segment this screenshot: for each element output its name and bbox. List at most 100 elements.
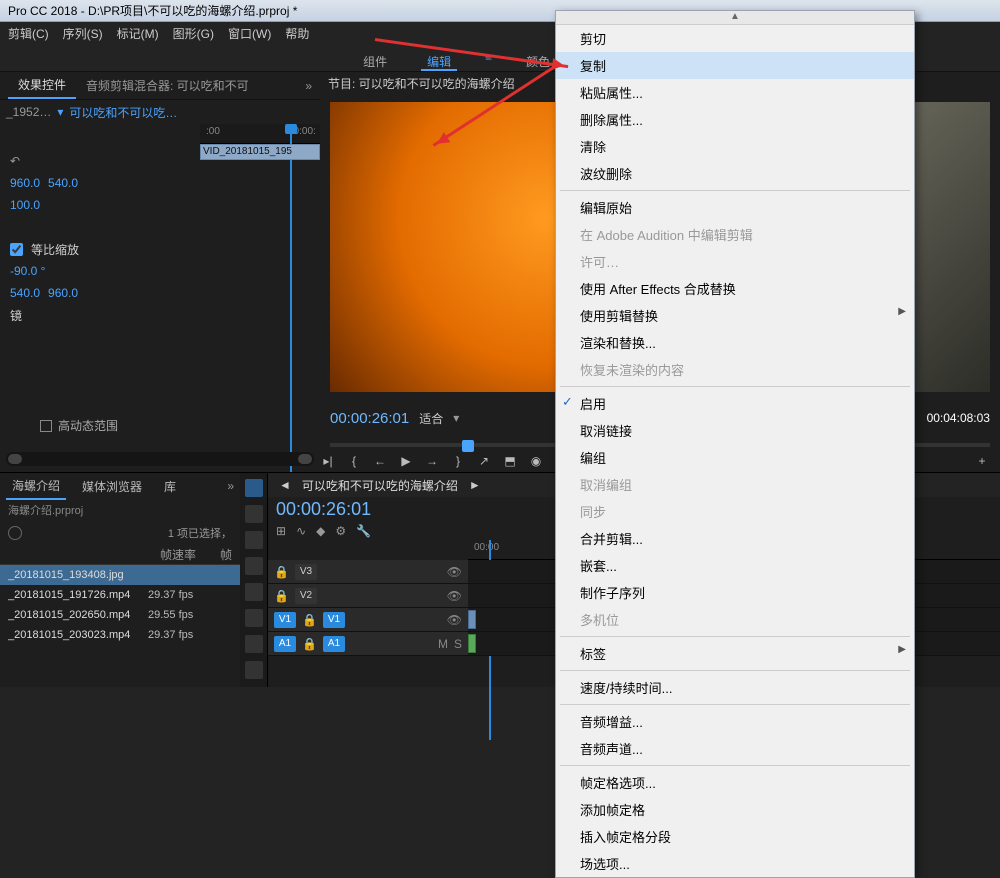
- hdr-toggle[interactable]: 高动态范围: [40, 417, 118, 434]
- menu-item[interactable]: 嵌套...: [556, 552, 914, 579]
- list-item[interactable]: _20181015_193408.jpg: [0, 565, 240, 585]
- menu-scroll-up-icon[interactable]: ▲: [556, 11, 914, 25]
- menu-item[interactable]: 粘贴属性...: [556, 79, 914, 106]
- rotation[interactable]: -90.0 °: [10, 264, 45, 278]
- menu-sequence[interactable]: 序列(S): [63, 25, 103, 41]
- eye-icon[interactable]: 👁: [447, 613, 462, 627]
- settings-icon[interactable]: ⚙: [335, 524, 346, 538]
- type-tool-icon[interactable]: [245, 661, 263, 679]
- track-label[interactable]: V2: [295, 588, 317, 604]
- mute-icon[interactable]: M: [438, 637, 448, 651]
- anchor-x[interactable]: 540.0: [10, 286, 40, 300]
- tab-media-browser[interactable]: 媒体浏览器: [76, 474, 148, 499]
- eye-icon[interactable]: 👁: [447, 589, 462, 603]
- extract-icon[interactable]: ⬒: [502, 454, 518, 468]
- menu-item[interactable]: 插入帧定格分段: [556, 823, 914, 850]
- context-menu[interactable]: ▲ 剪切复制粘贴属性...删除属性...清除波纹删除编辑原始在 Adobe Au…: [555, 10, 915, 878]
- ec-clip-bar[interactable]: VID_20181015_195: [200, 144, 320, 160]
- ripple-tool-icon[interactable]: [245, 531, 263, 549]
- track-head[interactable]: 🔒 V2 👁: [268, 584, 468, 607]
- menu-item[interactable]: 制作子序列: [556, 579, 914, 606]
- marker-icon[interactable]: ◆: [316, 524, 325, 538]
- menu-graphics[interactable]: 图形(G): [173, 25, 214, 41]
- ec-scrollbar[interactable]: [6, 452, 314, 466]
- export-frame-icon[interactable]: ◉: [528, 454, 544, 468]
- solo-icon[interactable]: S: [454, 637, 462, 651]
- lift-icon[interactable]: ↗: [476, 454, 492, 468]
- menu-item[interactable]: 音频增益...: [556, 708, 914, 735]
- tab-audio-mixer[interactable]: 音频剪辑混合器: 可以吃和不可: [76, 73, 259, 98]
- menu-item[interactable]: 场选项...: [556, 850, 914, 877]
- search-icon[interactable]: [8, 526, 22, 540]
- list-item[interactable]: _20181015_191726.mp4 29.37 fps: [0, 585, 240, 605]
- seq-prev-icon[interactable]: ◄: [276, 478, 294, 492]
- panel-overflow-icon[interactable]: »: [227, 479, 234, 493]
- anchor-y[interactable]: 960.0: [48, 286, 78, 300]
- menu-item[interactable]: 渲染和替换...: [556, 329, 914, 356]
- lock-icon[interactable]: 🔒: [302, 613, 317, 627]
- hdr-checkbox[interactable]: [40, 420, 52, 432]
- ec-ruler[interactable]: :00 00:00:: [200, 124, 320, 144]
- menu-item[interactable]: ✓启用: [556, 390, 914, 417]
- menu-item[interactable]: 删除属性...: [556, 106, 914, 133]
- sequence-name[interactable]: 可以吃和不可以吃的海螺介绍: [302, 477, 458, 494]
- lock-icon[interactable]: 🔒: [274, 589, 289, 603]
- ws-assembly[interactable]: 组件: [357, 50, 393, 71]
- reset-icon[interactable]: ↶: [10, 154, 20, 168]
- menu-item[interactable]: 编组: [556, 444, 914, 471]
- track-src[interactable]: V1: [274, 612, 296, 628]
- chevron-down-icon[interactable]: ▾: [57, 105, 63, 119]
- goto-out-icon[interactable]: }: [450, 454, 466, 468]
- selection-tool-icon[interactable]: [245, 479, 263, 497]
- menu-item[interactable]: 剪切: [556, 25, 914, 52]
- col-frame[interactable]: 帧: [220, 546, 232, 563]
- track-head[interactable]: V1 🔒 V1 👁: [268, 608, 468, 631]
- monitor-tc-right[interactable]: 00:04:08:03: [927, 411, 990, 425]
- menu-clip[interactable]: 剪辑(C): [8, 25, 49, 41]
- menu-item[interactable]: 清除: [556, 133, 914, 160]
- menu-window[interactable]: 窗口(W): [228, 25, 271, 41]
- tab-libraries[interactable]: 库: [158, 474, 182, 499]
- panel-overflow-icon[interactable]: »: [305, 79, 312, 93]
- track-head[interactable]: 🔒 V3 👁: [268, 560, 468, 583]
- menu-item[interactable]: 编辑原始: [556, 194, 914, 221]
- menu-item[interactable]: 复制: [556, 52, 914, 79]
- scroll-thumb[interactable]: [298, 454, 312, 464]
- menu-marker[interactable]: 标记(M): [117, 25, 159, 41]
- timeline-clip[interactable]: [468, 610, 476, 629]
- monitor-tc-left[interactable]: 00:00:26:01: [330, 410, 409, 427]
- lock-icon[interactable]: 🔒: [302, 637, 317, 651]
- menu-item[interactable]: 使用 After Effects 合成替换: [556, 275, 914, 302]
- link-icon[interactable]: ∿: [296, 524, 306, 538]
- menu-item[interactable]: 添加帧定格: [556, 796, 914, 823]
- ec-playhead[interactable]: [290, 124, 292, 472]
- menu-help[interactable]: 帮助: [285, 25, 309, 41]
- list-item[interactable]: _20181015_203023.mp4 29.37 fps: [0, 625, 240, 645]
- track-src[interactable]: A1: [274, 636, 296, 652]
- pen-tool-icon[interactable]: [245, 609, 263, 627]
- slip-tool-icon[interactable]: [245, 583, 263, 601]
- monitor-fit[interactable]: 适合: [419, 410, 443, 427]
- step-fwd-icon[interactable]: →: [424, 454, 440, 468]
- pos-y[interactable]: 540.0: [48, 176, 78, 190]
- eye-icon[interactable]: 👁: [447, 565, 462, 579]
- tab-project[interactable]: 海螺介绍: [6, 473, 66, 500]
- timeline-clip[interactable]: [468, 634, 476, 653]
- pos-x[interactable]: 960.0: [10, 176, 40, 190]
- hand-tool-icon[interactable]: [245, 635, 263, 653]
- clip-target-name[interactable]: 可以吃和不可以吃…: [69, 104, 177, 121]
- track-label[interactable]: V1: [323, 612, 345, 628]
- menu-item[interactable]: 波纹删除: [556, 160, 914, 187]
- uniform-scale-check[interactable]: [10, 243, 23, 256]
- btn-editor-icon[interactable]: +: [974, 454, 990, 468]
- ws-editing[interactable]: 编辑: [421, 50, 457, 71]
- mark-out-icon[interactable]: {: [346, 454, 362, 468]
- track-select-tool-icon[interactable]: [245, 505, 263, 523]
- col-framerate[interactable]: 帧速率: [160, 546, 220, 563]
- menu-item[interactable]: 使用剪辑替换▶: [556, 302, 914, 329]
- scroll-thumb[interactable]: [8, 454, 22, 464]
- scale[interactable]: 100.0: [10, 198, 40, 212]
- menu-item[interactable]: 速度/持续时间...: [556, 674, 914, 701]
- mark-in-icon[interactable]: ▸|: [320, 454, 336, 468]
- list-item[interactable]: _20181015_202650.mp4 29.55 fps: [0, 605, 240, 625]
